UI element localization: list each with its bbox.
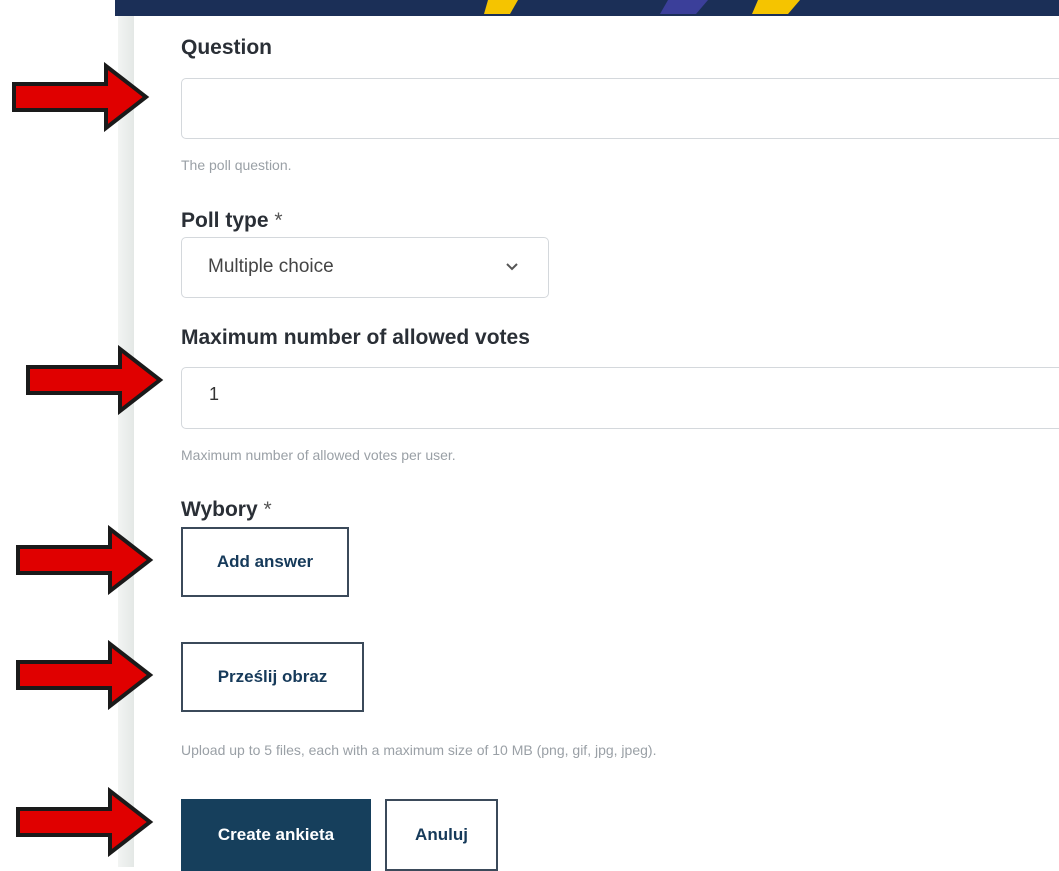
choices-label-text: Wybory [181,498,258,521]
question-help: The poll question. [181,157,292,173]
choices-label: Wybory * [181,498,272,522]
upload-image-button[interactable]: Prześlij obraz [181,642,364,712]
poll-type-label: Poll type * [181,209,283,233]
header-logo-fragment [484,0,800,14]
red-arrow-icon [16,787,154,857]
max-votes-label: Maximum number of allowed votes [181,326,530,349]
max-votes-input[interactable]: 1 [181,367,1059,429]
red-arrow-icon [12,62,150,132]
poll-type-selected: Multiple choice [208,256,334,277]
add-answer-button[interactable]: Add answer [181,527,349,597]
red-arrow-icon [16,525,154,595]
upload-help: Upload up to 5 files, each with a maximu… [181,742,657,758]
red-arrow-icon [26,345,164,415]
cancel-button[interactable]: Anuluj [385,799,498,871]
red-arrow-icon [16,640,154,710]
required-mark: * [263,498,272,521]
left-rail [118,16,134,867]
question-label: Question [181,36,273,59]
max-votes-value: 1 [209,384,220,404]
required-mark: * [274,209,283,232]
max-votes-help: Maximum number of allowed votes per user… [181,447,456,463]
poll-type-select[interactable]: Multiple choice [181,237,549,298]
question-input[interactable] [181,78,1059,139]
create-button[interactable]: Create ankieta [181,799,371,871]
chevron-down-icon [506,263,518,271]
poll-type-label-text: Poll type [181,209,269,232]
